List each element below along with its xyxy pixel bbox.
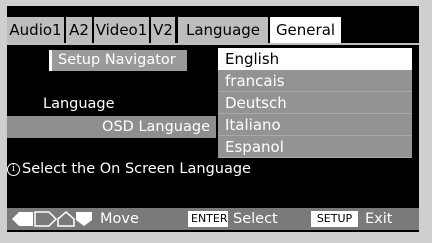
exit-label: Exit — [365, 211, 393, 227]
option-espanol[interactable]: Espanol — [218, 136, 412, 158]
help-text: Select the On Screen Language — [22, 161, 251, 177]
language-dropdown[interactable]: English francais Deutsch Italiano Espano… — [218, 48, 412, 158]
move-label: Move — [100, 211, 139, 227]
option-deutsch[interactable]: Deutsch — [218, 92, 412, 114]
option-english[interactable]: English — [218, 48, 412, 70]
setup-navigator-item[interactable]: Setup Navigator — [49, 50, 187, 71]
tab-bar: Audio1 A2 Video1 V2 Language General — [7, 17, 419, 43]
language-heading: Language — [43, 96, 115, 112]
help-line: i Select the On Screen Language — [7, 161, 251, 177]
tab-a2[interactable]: A2 — [66, 17, 92, 43]
tab-video1[interactable]: Video1 — [94, 17, 149, 43]
enter-key[interactable]: ENTER — [188, 211, 228, 227]
osd-language-item[interactable]: OSD Language — [7, 116, 216, 138]
info-icon: i — [7, 162, 20, 176]
osd-screen: Audio1 A2 Video1 V2 Language General Set… — [7, 6, 419, 232]
tab-general[interactable]: General — [270, 17, 341, 43]
tab-v2[interactable]: V2 — [151, 17, 175, 43]
option-italiano[interactable]: Italiano — [218, 114, 412, 136]
select-label: Select — [233, 211, 278, 227]
tab-audio1[interactable]: Audio1 — [7, 17, 64, 43]
direction-arrows-icon — [12, 211, 92, 227]
setup-key[interactable]: SETUP — [311, 211, 358, 227]
tab-language[interactable]: Language — [178, 17, 268, 43]
tab-underline — [7, 43, 419, 45]
footer-bar: Move ENTER Select SETUP Exit — [7, 208, 419, 230]
option-francais[interactable]: francais — [218, 70, 412, 92]
